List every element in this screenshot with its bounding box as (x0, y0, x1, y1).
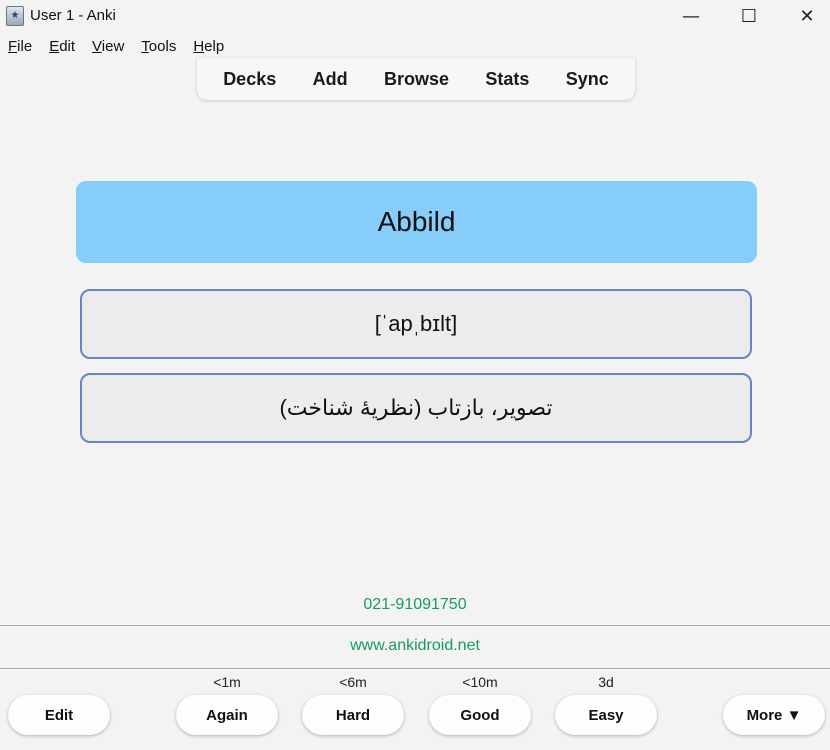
good-interval: <10m (462, 674, 498, 690)
menu-edit[interactable]: Edit (41, 36, 84, 58)
menu-view[interactable]: View (84, 36, 133, 58)
toolbar-stats[interactable]: Stats (479, 69, 535, 90)
toolbar-browse[interactable]: Browse (378, 69, 455, 90)
again-button[interactable]: Again (176, 695, 278, 735)
card-website: www.ankidroid.net (350, 637, 480, 654)
toolbar-sync[interactable]: Sync (560, 69, 615, 90)
menu-tools[interactable]: Tools (133, 36, 185, 58)
edit-button[interactable]: Edit (8, 695, 110, 735)
card-translation: تصویر، بازتاب (نظریهٔ شناخت) (80, 373, 752, 443)
title-bar: ★ User 1 - Anki — ☐ ✕ (0, 0, 830, 32)
card-ipa-text: [ˈapˌbɪlt] (374, 311, 458, 336)
minimize-button[interactable]: — (662, 0, 720, 32)
card-word-text: Abbild (377, 206, 456, 237)
card-phone: 021-91091750 (363, 596, 467, 613)
anki-app-icon: ★ (6, 6, 24, 26)
main-toolbar: Decks Add Browse Stats Sync (197, 58, 635, 100)
menu-help[interactable]: Help (185, 36, 233, 58)
maximize-button[interactable]: ☐ (720, 0, 778, 32)
hard-button[interactable]: Hard (302, 695, 404, 735)
again-interval: <1m (213, 674, 241, 690)
card-translation-text: تصویر، بازتاب (نظریهٔ شناخت) (279, 395, 553, 420)
more-button[interactable]: More ▼ (723, 695, 825, 735)
window-title: User 1 - Anki (30, 7, 116, 24)
toolbar-decks[interactable]: Decks (217, 69, 282, 90)
hard-interval: <6m (339, 674, 367, 690)
menu-bar: File Edit View Tools Help (0, 36, 233, 58)
easy-interval: 3d (598, 674, 614, 690)
card-word: Abbild (76, 181, 757, 263)
divider (0, 625, 830, 626)
toolbar-add[interactable]: Add (307, 69, 354, 90)
menu-file[interactable]: File (0, 36, 41, 58)
close-button[interactable]: ✕ (778, 0, 830, 32)
card-pronunciation: [ˈapˌbɪlt] (80, 289, 752, 359)
good-button[interactable]: Good (429, 695, 531, 735)
divider (0, 668, 830, 669)
easy-button[interactable]: Easy (555, 695, 657, 735)
